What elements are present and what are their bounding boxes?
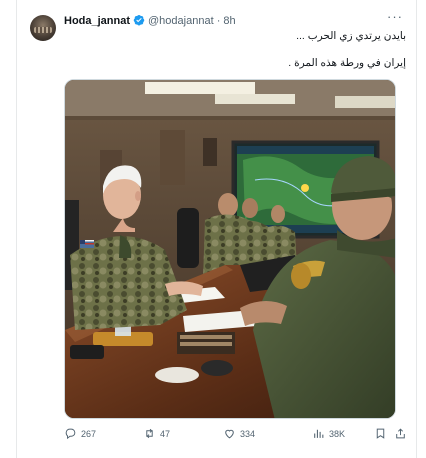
reply-icon	[65, 428, 76, 440]
post-text-line-1: بايدن يرتدي زي الحرب ...	[296, 30, 406, 42]
bookmark-icon	[376, 428, 385, 439]
post-time[interactable]: 8h	[223, 15, 235, 27]
share-button[interactable]	[394, 427, 407, 440]
author-name[interactable]: Hoda_jannat	[64, 15, 130, 27]
post-text-line-2: إيران في ورطة هذه المرة .	[288, 57, 406, 69]
views-button[interactable]: 38K	[312, 427, 345, 440]
more-icon[interactable]: ···	[386, 10, 404, 26]
situation-room-photo	[65, 80, 395, 418]
like-button[interactable]: 334	[223, 427, 255, 440]
post-card[interactable]: Hoda_jannat @hodajannat · 8h ··· بايدن ير…	[16, 0, 417, 458]
post-image[interactable]	[64, 79, 396, 419]
verified-badge-icon	[133, 14, 145, 30]
author-handle[interactable]: @hodajannat	[148, 15, 214, 27]
share-icon	[396, 428, 405, 439]
views-count: 38K	[329, 428, 346, 439]
repost-icon	[146, 428, 153, 439]
like-count: 334	[240, 428, 256, 439]
bookmark-button[interactable]	[374, 427, 387, 440]
repost-count: 47	[160, 428, 171, 439]
like-icon	[225, 429, 234, 439]
reply-button[interactable]: 267	[64, 427, 96, 440]
separator: ·	[216, 15, 221, 27]
post-header: Hoda_jannat @hodajannat · 8h	[64, 14, 236, 30]
post-actions: 267 47 334 38K	[64, 424, 405, 442]
reply-count: 267	[81, 428, 97, 439]
repost-button[interactable]: 47	[143, 427, 170, 440]
avatar[interactable]	[30, 15, 56, 41]
views-icon	[314, 429, 324, 438]
